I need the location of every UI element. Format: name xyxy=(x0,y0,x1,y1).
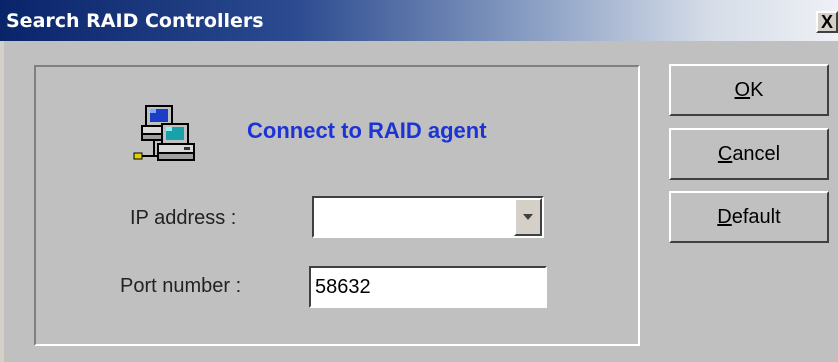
chevron-down-icon xyxy=(523,214,533,220)
ip-address-combobox[interactable] xyxy=(312,196,544,238)
close-button[interactable]: X xyxy=(816,11,838,33)
networked-computers-icon xyxy=(133,105,195,161)
title-bar: Search RAID Controllers X xyxy=(0,0,838,41)
window-title: Search RAID Controllers xyxy=(6,10,264,32)
window-edge xyxy=(0,41,4,362)
combobox-dropdown-button[interactable] xyxy=(514,198,542,236)
ip-address-label: IP address : xyxy=(130,207,237,229)
close-icon: X xyxy=(820,12,833,32)
ok-button[interactable]: OK xyxy=(669,64,829,116)
ok-mnemonic: O xyxy=(734,78,751,101)
cancel-label-rest: ancel xyxy=(732,142,781,165)
ok-label-rest: K xyxy=(750,78,764,101)
cancel-button[interactable]: Cancel xyxy=(669,128,829,180)
default-label-rest: efault xyxy=(731,205,781,228)
cancel-mnemonic: C xyxy=(717,142,733,165)
default-mnemonic: D xyxy=(717,205,732,228)
port-number-input[interactable] xyxy=(309,266,547,308)
connect-heading: Connect to RAID agent xyxy=(247,118,487,143)
default-button[interactable]: Default xyxy=(669,191,829,243)
port-number-label: Port number : xyxy=(120,275,242,297)
